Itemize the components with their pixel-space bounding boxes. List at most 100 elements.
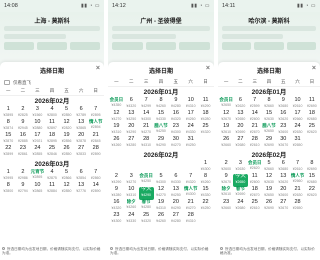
date-number: 5 xyxy=(65,106,69,112)
date-cell[interactable]: 9 ¥2794 xyxy=(16,182,31,196)
price-label: ¥2860 xyxy=(90,175,101,180)
price-label: ¥2866 xyxy=(61,175,72,180)
date-number: 11 xyxy=(49,119,55,125)
signal-icons: ▮▮ ◔ ▭ xyxy=(80,3,100,9)
price-label: ¥2680 xyxy=(278,166,289,171)
date-cell[interactable]: 27 ¥4280 xyxy=(168,212,183,226)
date-cell[interactable]: 23 ¥2660 xyxy=(219,199,233,213)
price-label: ¥2670 xyxy=(221,116,231,121)
date-cell[interactable]: 24 ¥4330 xyxy=(124,212,139,226)
date-cell[interactable]: 31 ¥2650 xyxy=(290,136,304,150)
price-label: ¥2680 xyxy=(306,179,317,184)
date-cell[interactable]: 25 ¥2610 xyxy=(248,199,262,213)
date-number: 11 xyxy=(49,182,55,188)
weekday-label: 五 xyxy=(173,79,179,84)
close-icon[interactable]: × xyxy=(312,65,316,72)
date-number: 29 xyxy=(265,136,273,142)
months-container: 2026年01月 会员日 ¥2650 6 ¥2620 7 ¥2599 8 ¥2660 9 ¥2680… xyxy=(218,87,320,213)
date-number: 19 xyxy=(265,186,273,192)
date-cell[interactable]: 29 ¥2690 xyxy=(262,136,276,150)
date-cell[interactable]: 28 ¥4310 xyxy=(183,212,198,226)
price-label: ¥2850 xyxy=(61,188,72,193)
date-number: 23 xyxy=(172,123,179,129)
price-label: ¥2680 xyxy=(306,116,317,121)
price-label: ¥2650 xyxy=(264,192,274,197)
close-icon[interactable]: × xyxy=(96,65,100,72)
date-cell[interactable]: 28 ¥2890 xyxy=(88,145,103,159)
price-label: ¥2650 xyxy=(221,102,231,107)
price-label: ¥2610 xyxy=(221,191,231,196)
date-cell[interactable]: 27 ¥2670 xyxy=(276,199,290,213)
date-number: 14 xyxy=(251,110,258,116)
date-cell[interactable]: 23 ¥4300 xyxy=(109,212,124,226)
date-number: 12 xyxy=(223,110,230,116)
date-cell[interactable]: 26 ¥2690 xyxy=(262,199,276,213)
price-label: ¥2885 xyxy=(17,138,28,143)
date-cell[interactable]: 8 ¥2800 xyxy=(1,182,16,196)
toggle-label: 仅看直飞 xyxy=(13,79,31,85)
date-cell[interactable]: 25 ¥2846 xyxy=(45,145,60,159)
date-cell[interactable]: 22 ¥4250 xyxy=(198,199,213,213)
date-cell[interactable]: 26 ¥2850 xyxy=(59,145,74,159)
date-cell[interactable]: 28 ¥4310 xyxy=(139,136,154,150)
price-label: ¥2850 xyxy=(61,151,72,156)
direct-flight-toggle[interactable]: 仅看直飞 xyxy=(0,78,104,87)
price-label: ¥2600 xyxy=(221,166,231,171)
date-number: 25 xyxy=(202,123,209,129)
date-number: 27 xyxy=(280,199,287,205)
price-label: ¥4260 xyxy=(200,179,211,184)
date-cell[interactable]: 14 ¥2890 xyxy=(88,182,103,196)
date-cell[interactable]: 28 ¥2650 xyxy=(290,199,304,213)
date-number: 19 xyxy=(157,199,165,205)
price-label: ¥2690 xyxy=(264,205,274,210)
placeholder-bar xyxy=(222,34,284,39)
date-cell[interactable]: 26 ¥4260 xyxy=(154,212,169,226)
date-cell[interactable]: 26 ¥4260 xyxy=(109,136,124,150)
date-cell[interactable]: 30 ¥2670 xyxy=(276,136,290,150)
date-number: 24 xyxy=(34,145,41,151)
date-cell[interactable]: 27 ¥2833 xyxy=(74,145,89,159)
date-cell[interactable]: 24 ¥2680 xyxy=(233,199,247,213)
price-label: ¥2870 xyxy=(3,138,14,143)
date-cell[interactable]: 27 ¥2680 xyxy=(233,136,247,150)
date-cell[interactable]: 13 ¥2776 xyxy=(74,182,89,196)
date-cell xyxy=(198,137,213,150)
date-cell[interactable]: 26 ¥2660 xyxy=(219,136,233,150)
date-number: 13 xyxy=(78,119,85,125)
phone-screen-3: 14:11 ▮▮ ◔ ▭ 哈尔滨 - 莫斯科 选择日期 × 一 二 三 四 五 六 日 20… xyxy=(218,0,320,260)
price-label: ¥4280 xyxy=(170,103,181,108)
price-label: ¥2660 xyxy=(264,166,274,171)
price-label: ¥4310 xyxy=(111,129,122,134)
weekday-label: 三 xyxy=(252,79,257,84)
date-cell[interactable]: 12 ¥2850 xyxy=(59,182,74,196)
date-cell[interactable]: 29 ¥4290 xyxy=(154,136,169,150)
price-label: ¥4290 xyxy=(111,179,122,184)
date-cell[interactable]: 30 ¥4270 xyxy=(168,136,183,150)
close-icon[interactable]: × xyxy=(206,65,210,72)
weekday-label: 二 xyxy=(238,79,243,84)
date-number: 24 xyxy=(128,212,135,218)
date-cell[interactable]: 25 ¥2620 xyxy=(305,123,319,137)
price-label: ¥4310 xyxy=(126,192,137,197)
price-label: ¥4270 xyxy=(156,192,166,197)
price-label: ¥2690 xyxy=(264,142,274,147)
date-number: 15 xyxy=(202,186,209,192)
date-number: 除夕 xyxy=(126,199,136,204)
date-cell[interactable]: 25 ¥4320 xyxy=(139,212,154,226)
weekday-header: 一二三四五六日 xyxy=(0,87,104,96)
date-cell[interactable]: 22 ¥2899 xyxy=(1,145,16,159)
date-cell[interactable]: 24 ¥2855 xyxy=(30,145,45,159)
date-cell[interactable]: 31 ¥4250 xyxy=(183,136,198,150)
date-cell[interactable]: 22 ¥2620 xyxy=(305,186,319,200)
date-number: 11 xyxy=(251,173,258,179)
checkbox-icon[interactable] xyxy=(4,80,10,85)
date-number: 18 xyxy=(308,110,315,116)
date-number: 腊八节 xyxy=(154,123,168,128)
date-cell[interactable]: 27 ¥4280 xyxy=(124,136,139,150)
date-cell[interactable]: 10 ¥2865 xyxy=(30,182,45,196)
date-cell[interactable]: 25 ¥4320 xyxy=(198,123,213,137)
date-cell[interactable]: 28 ¥2610 xyxy=(248,136,262,150)
date-cell[interactable]: 23 ¥2861 xyxy=(16,145,31,159)
date-cell[interactable]: 11 ¥2884 xyxy=(45,182,60,196)
footnote: 所选日期均为出发地日期，价格请随实际支付，以实际价格为准。 xyxy=(2,247,102,256)
